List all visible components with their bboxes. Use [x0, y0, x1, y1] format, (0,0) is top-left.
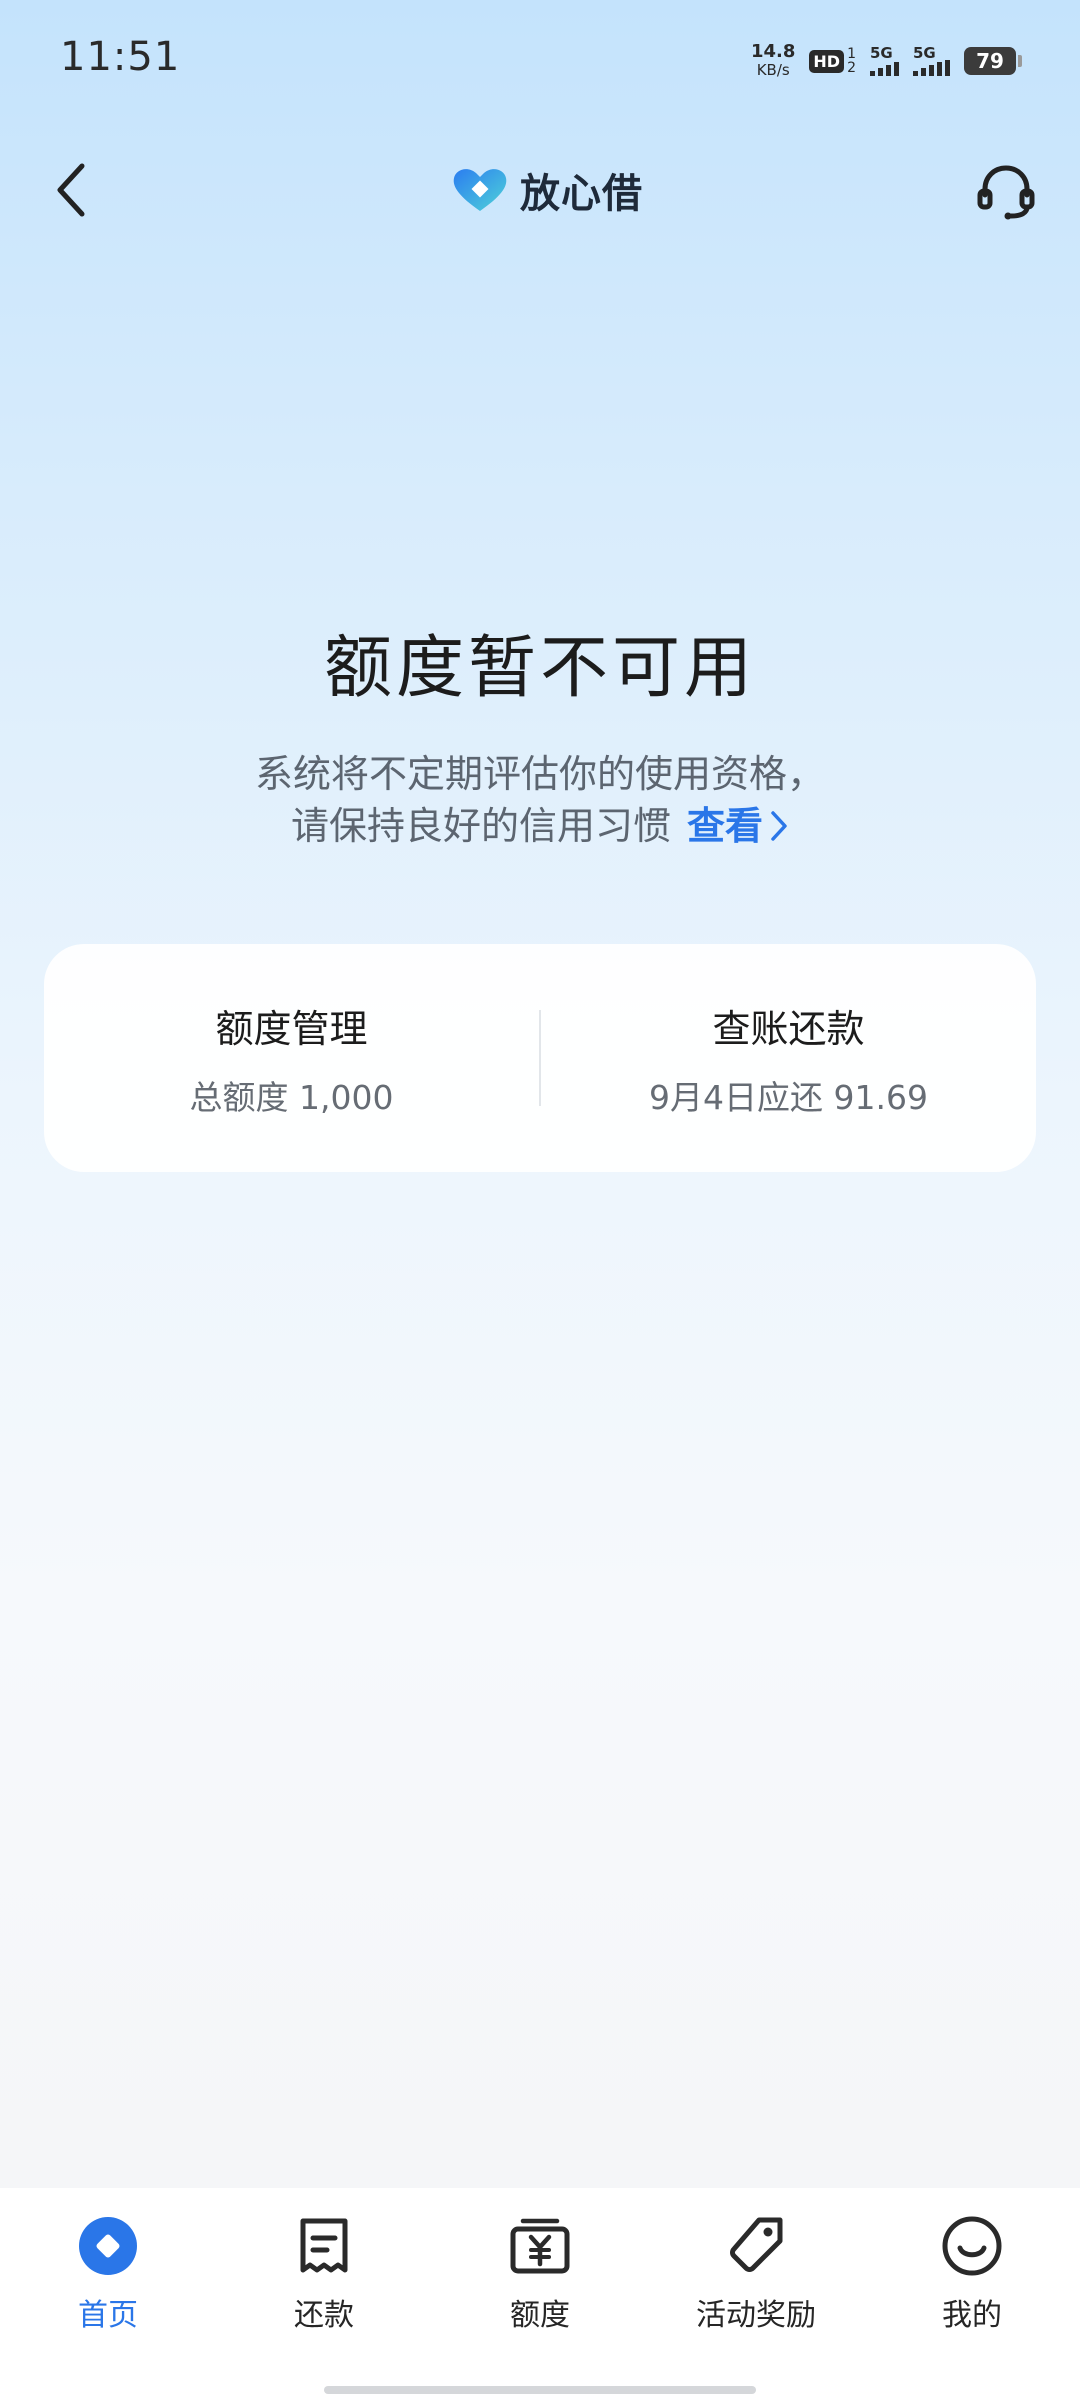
credit-management-title: 额度管理: [215, 1006, 368, 1051]
total-credit-text: 总额度 1,000: [189, 1077, 394, 1117]
brand-logo: 放心借: [450, 162, 643, 218]
tab-repayment[interactable]: 还款: [216, 2188, 432, 2400]
status-time: 11:51: [60, 34, 181, 80]
page-title: 额度暂不可用: [323, 629, 756, 708]
smile-icon: [940, 2214, 1004, 2278]
tag-icon: [724, 2214, 788, 2278]
headset-icon: [977, 165, 1035, 220]
credit-management-entry[interactable]: 额度管理 总额度 1,000: [44, 998, 539, 1119]
network-speed: 14.8 KB/s: [750, 41, 796, 80]
hd-sim-numbers: 1 2: [847, 47, 856, 75]
back-button[interactable]: [40, 158, 104, 222]
repayment-due-text: 9月4日应还 91.69: [649, 1077, 928, 1117]
bill-repayment-entry[interactable]: 查账还款 9月4日应还 91.69: [541, 998, 1036, 1119]
tab-credit[interactable]: 额度: [432, 2188, 648, 2400]
home-indicator[interactable]: [324, 2386, 756, 2394]
chevron-right-icon: [771, 811, 787, 841]
network-speed-unit: KB/s: [756, 61, 790, 79]
view-link[interactable]: 查看: [687, 800, 789, 852]
hd-label: HD: [809, 49, 845, 73]
status-icons: 14.8 KB/s HD 1 2 5G 5G 79: [751, 36, 1022, 86]
customer-service-button[interactable]: [972, 158, 1040, 226]
view-link-label: 查看: [687, 804, 764, 848]
bill-repayment-title: 查账还款: [712, 1006, 865, 1051]
tab-credit-label: 额度: [510, 2298, 570, 2333]
tab-mine-label: 我的: [942, 2298, 1002, 2333]
signal-label: 5G: [870, 44, 893, 62]
tab-repayment-label: 还款: [294, 2298, 354, 2333]
tab-rewards[interactable]: 活动奖励: [648, 2188, 864, 2400]
app-header: 放心借: [0, 140, 1080, 240]
tab-home[interactable]: 首页: [0, 2188, 216, 2400]
bottom-tab-bar: 首页 还款 额度 活动奖励 我的: [0, 2188, 1080, 2400]
battery-level: 79: [964, 47, 1016, 75]
status-description: 系统将不定期评估你的使用资格， 请保持良好的信用习惯 查看: [0, 748, 1080, 852]
battery-icon: 79: [964, 47, 1022, 75]
network-speed-value: 14.8: [750, 41, 796, 62]
tab-rewards-label: 活动奖励: [696, 2298, 816, 2333]
heart-logo-icon: [453, 169, 507, 211]
description-line1: 系统将不定期评估你的使用资格，: [254, 752, 825, 796]
tab-home-label: 首页: [78, 2298, 138, 2333]
chevron-left-icon: [57, 163, 85, 217]
yuan-box-icon: [508, 2214, 572, 2278]
status-bar: 11:51 14.8 KB/s HD 1 2 5G 5G 79: [0, 0, 1080, 120]
hd-sim1: 1: [847, 46, 856, 62]
signal-icon-sim1: 5G: [870, 46, 899, 76]
hd-icon: HD 1 2: [809, 47, 856, 75]
signal-label: 5G: [913, 44, 936, 62]
signal-icon-sim2: 5G: [913, 46, 950, 76]
account-summary-card: 额度管理 总额度 1,000 查账还款 9月4日应还 91.69: [44, 944, 1036, 1172]
brand-name: 放心借: [520, 171, 643, 217]
hd-sim2: 2: [847, 60, 856, 76]
description-line2: 请保持良好的信用习惯: [290, 804, 671, 848]
bill-icon: [292, 2214, 356, 2278]
tab-mine[interactable]: 我的: [864, 2188, 1080, 2400]
home-diamond-icon: [76, 2214, 140, 2278]
